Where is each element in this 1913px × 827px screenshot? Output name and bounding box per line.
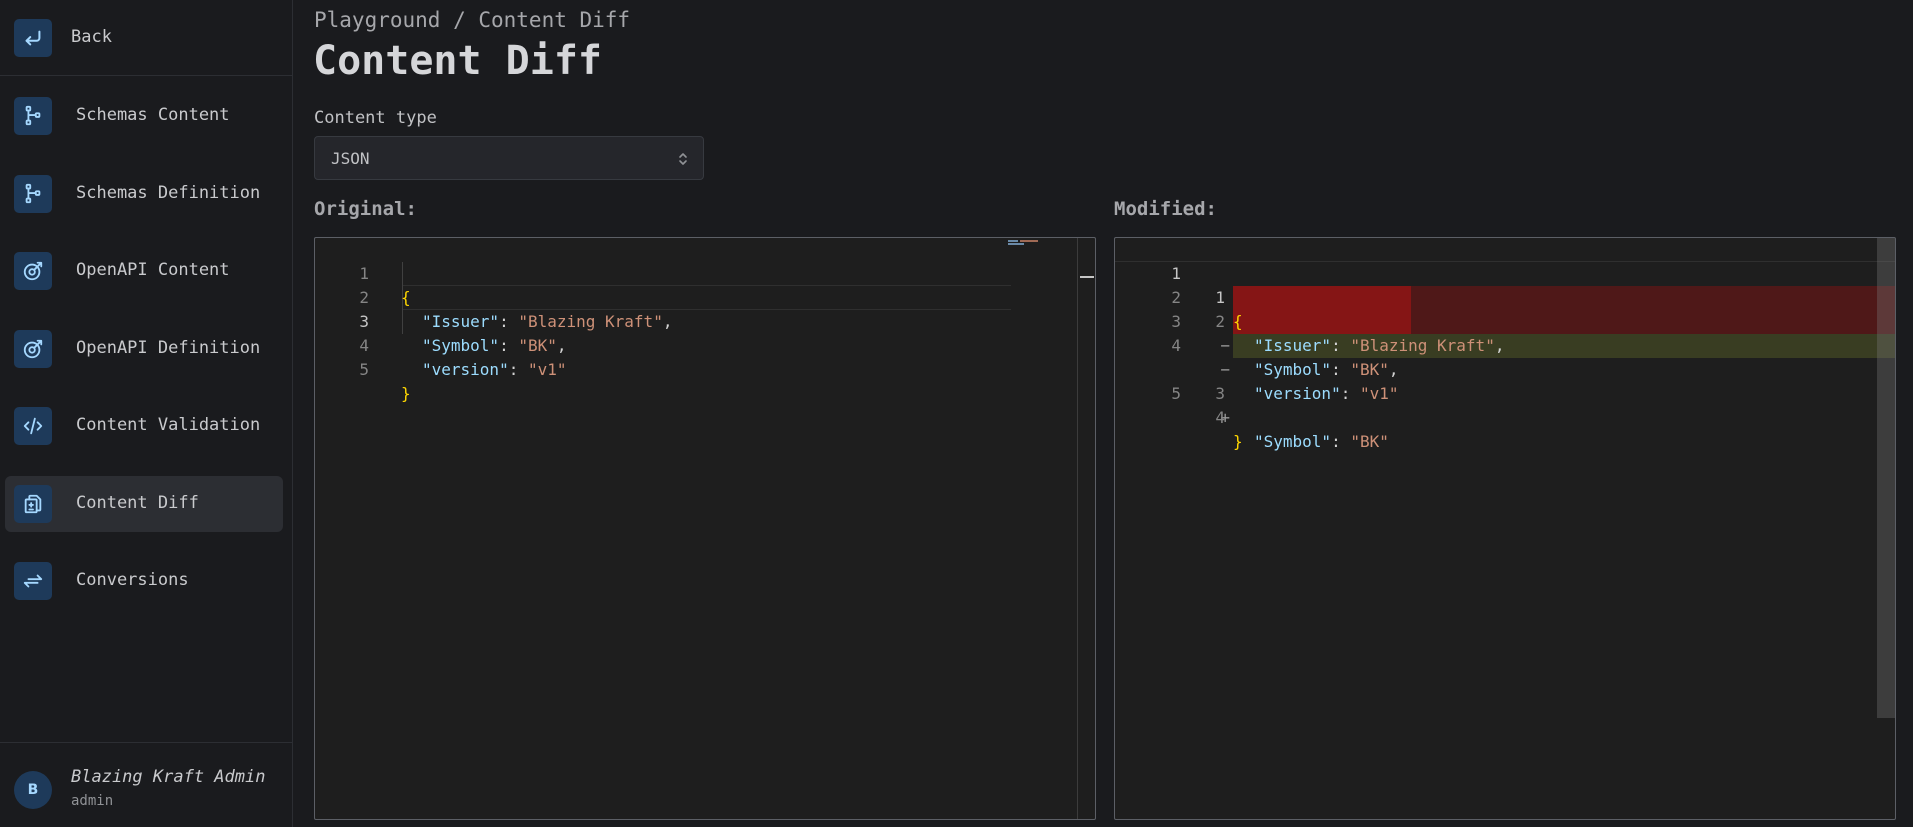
content-type-label: Content type bbox=[314, 108, 437, 128]
vertical-scrollbar[interactable] bbox=[1877, 238, 1895, 718]
arrows-exchange-icon bbox=[14, 562, 52, 600]
modified-line-number: 3 bbox=[1215, 384, 1225, 403]
user-name: Blazing Kraft Admin bbox=[71, 767, 266, 787]
openapi-icon bbox=[14, 330, 52, 368]
sidebar-item-openapi-content[interactable]: OpenAPI Content bbox=[5, 243, 283, 299]
user-role: admin bbox=[71, 793, 114, 809]
sidebar-item-schemas-content[interactable]: Schemas Content bbox=[5, 88, 283, 144]
sidebar-item-label: OpenAPI Definition bbox=[76, 338, 261, 358]
code-icon bbox=[14, 407, 52, 445]
back-button[interactable]: Back bbox=[0, 0, 292, 76]
sidebar: Back Schemas Content Schemas Definition … bbox=[0, 0, 293, 827]
token: : bbox=[1331, 432, 1351, 451]
diff-line: 1 1 { bbox=[1115, 238, 1895, 331]
token: "version" bbox=[1254, 384, 1341, 403]
token: "v1" bbox=[1359, 384, 1399, 403]
avatar: B bbox=[14, 771, 52, 809]
token: "v1" bbox=[527, 360, 567, 379]
diff-line: 2 2 "Issuer": "Blazing Kraft", bbox=[1115, 262, 1895, 355]
file-diff-icon bbox=[14, 485, 52, 523]
schema-icon bbox=[14, 175, 52, 213]
sidebar-item-label: Content Validation bbox=[76, 415, 261, 435]
token: "version" bbox=[422, 360, 509, 379]
token: : bbox=[1340, 384, 1360, 403]
token: } bbox=[401, 384, 411, 403]
code-line: 5 } bbox=[315, 334, 1095, 403]
original-label: Original: bbox=[314, 198, 417, 220]
sidebar-item-label: Content Diff bbox=[76, 493, 199, 513]
arrow-back-icon bbox=[14, 19, 52, 57]
line-number: 5 bbox=[359, 360, 369, 379]
token: "BK" bbox=[1350, 432, 1389, 451]
token: : bbox=[508, 360, 528, 379]
page-title: Content Diff bbox=[313, 38, 602, 84]
token: "Symbol" bbox=[1254, 432, 1332, 451]
sidebar-item-content-validation[interactable]: Content Validation bbox=[5, 398, 283, 454]
code-line: 4 "version": "v1" bbox=[315, 310, 1095, 379]
sidebar-item-openapi-definition[interactable]: OpenAPI Definition bbox=[5, 321, 283, 377]
code-line: 3 "Symbol": "BK", bbox=[315, 286, 1095, 355]
code-line: 1 { bbox=[315, 238, 1095, 307]
diff-line: 3 − "Symbol": "BK", bbox=[1115, 286, 1895, 379]
diff-line: 3 + "Symbol": "BK" bbox=[1115, 334, 1895, 451]
sidebar-item-conversions[interactable]: Conversions bbox=[5, 553, 283, 609]
sidebar-item-label: Schemas Definition bbox=[76, 183, 261, 203]
openapi-icon bbox=[14, 252, 52, 290]
minimap[interactable] bbox=[1008, 240, 1042, 248]
diff-line: 4 − "version": "v1" bbox=[1115, 310, 1895, 403]
token: } bbox=[1233, 432, 1243, 451]
schema-icon bbox=[14, 97, 52, 135]
modified-editor[interactable]: 1 1 { 2 2 "Issuer": "Blazing Kraft", 3 −… bbox=[1114, 237, 1896, 820]
sidebar-item-content-diff[interactable]: Content Diff bbox=[5, 476, 283, 532]
sidebar-item-label: OpenAPI Content bbox=[76, 260, 230, 280]
back-label: Back bbox=[71, 27, 112, 47]
sidebar-item-label: Schemas Content bbox=[76, 105, 230, 125]
modified-label: Modified: bbox=[1114, 198, 1217, 220]
selector-chevron-icon bbox=[677, 149, 689, 169]
breadcrumb: Playground / Content Diff bbox=[314, 8, 631, 32]
sidebar-item-schemas-definition[interactable]: Schemas Definition bbox=[5, 166, 283, 222]
sidebar-item-label: Conversions bbox=[76, 570, 189, 590]
user-menu[interactable]: B Blazing Kraft Admin admin bbox=[0, 742, 292, 827]
original-line-number: 5 bbox=[1171, 384, 1181, 403]
original-editor[interactable]: 1 { 2 "Issuer": "Blazing Kraft", 3 "Symb… bbox=[314, 237, 1096, 820]
vertical-scrollbar[interactable] bbox=[1077, 238, 1095, 819]
diff-line: 5 4 } bbox=[1115, 358, 1895, 451]
content-type-select[interactable]: JSON bbox=[314, 136, 704, 180]
code-line: 2 "Issuer": "Blazing Kraft", bbox=[315, 262, 1095, 331]
modified-line-number: 4 bbox=[1215, 408, 1225, 427]
content-type-value: JSON bbox=[331, 149, 370, 168]
